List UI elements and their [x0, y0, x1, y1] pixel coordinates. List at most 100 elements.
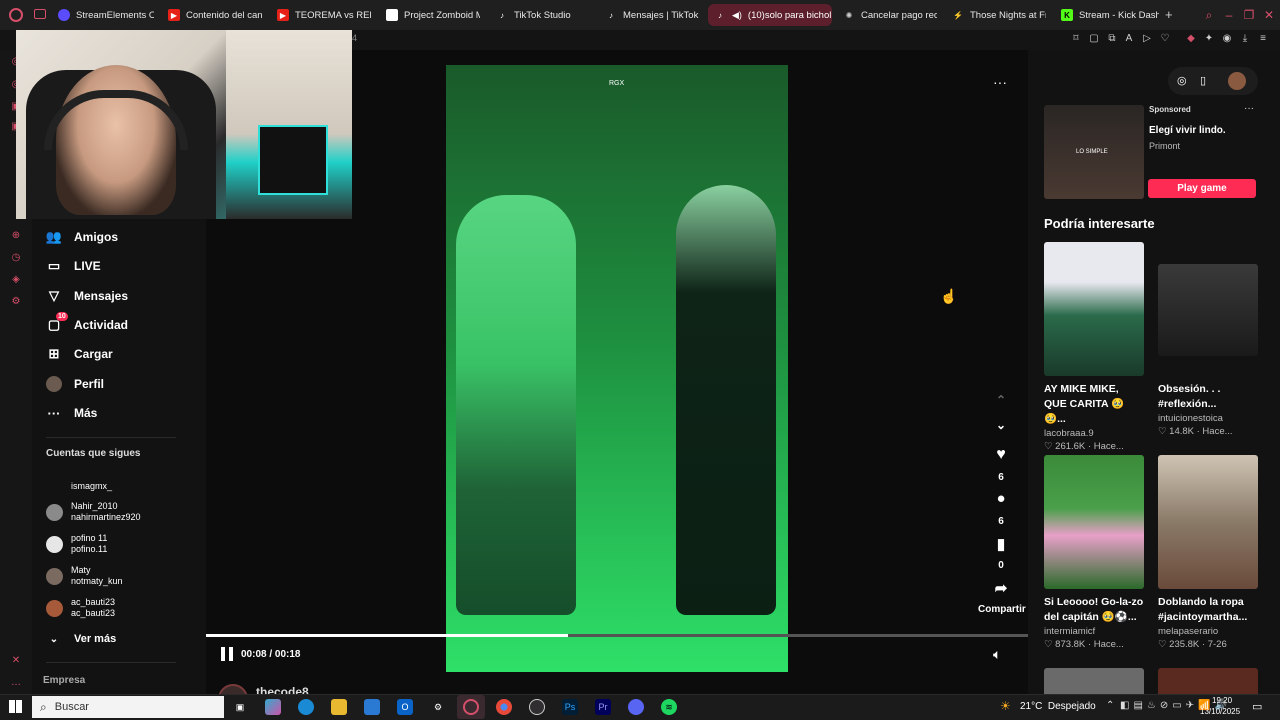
tab-mensajes-tiktok[interactable]: ♪ Mensajes | TikTok — [599, 4, 699, 26]
audio-playing-icon[interactable]: ◀) — [732, 10, 742, 21]
rec-thumbnail[interactable] — [1044, 668, 1144, 694]
store-icon[interactable] — [364, 699, 380, 715]
sidepanel-icon[interactable]: ◈ — [9, 273, 23, 287]
tab-contenido-canal[interactable]: ▶ Contenido del canal — [162, 4, 262, 26]
chrome-icon[interactable] — [496, 699, 512, 715]
nav-amigos[interactable]: 👥 Amigos — [46, 226, 118, 248]
photoshop-icon[interactable]: Ps — [562, 699, 578, 715]
play-icon[interactable]: ▷ — [1140, 32, 1154, 46]
coin-icon[interactable]: ◎ — [1177, 74, 1187, 87]
rec-card[interactable]: AY MIKE MIKE, QUE CARITA 🥹🥹... lacobraaa… — [1044, 242, 1144, 452]
copilot-icon[interactable] — [265, 699, 281, 715]
bookmark-icon[interactable]: ⌑ — [1069, 32, 1083, 46]
extensions-icon[interactable]: ⧉ — [1105, 32, 1119, 46]
tab-teorema[interactable]: ▶TEOREMA vs REPLIK — [271, 4, 371, 26]
share-icon[interactable]: ➦ — [990, 579, 1012, 597]
maximize-icon[interactable]: ❐ — [1242, 8, 1256, 22]
rec-card[interactable]: Doblando la ropa #jacintoymartha... mela… — [1158, 455, 1258, 650]
clock-date[interactable]: 13/10/2025 — [1200, 707, 1240, 716]
outlook-icon[interactable]: O — [397, 699, 413, 715]
ad-more-icon[interactable]: ··· — [1244, 103, 1254, 114]
discord-icon[interactable] — [628, 699, 644, 715]
nav-actividad[interactable]: ▢ 10 Actividad — [46, 312, 128, 336]
sidepanel-icon[interactable]: ◷ — [9, 251, 23, 265]
task-view-icon[interactable]: ▣ — [232, 699, 248, 715]
following-item[interactable]: ismagmx_ — [46, 472, 112, 500]
tab-overview-icon[interactable] — [34, 9, 46, 19]
profile-toolbar-icon[interactable]: ◉ — [1220, 32, 1234, 46]
search-tabs-icon[interactable]: ⌕ — [1202, 8, 1216, 22]
scroll-down-icon[interactable]: ⌄ — [990, 418, 1012, 432]
sidebar-divider — [46, 662, 176, 663]
tab-those-nights[interactable]: ⚡ Those Nights at Fre — [946, 4, 1046, 26]
tab-active-tiktok[interactable]: ♪ ◀) (10)solo para bichol — [708, 4, 832, 26]
volume-icon[interactable]: 🔈︎ — [993, 646, 1001, 663]
file-explorer-icon[interactable] — [331, 699, 347, 715]
tab-cancelar-pago[interactable]: ✺ Cancelar pago recu — [837, 4, 937, 26]
clock-time[interactable]: 19:20 — [1212, 696, 1232, 705]
browser-logo-icon[interactable] — [9, 8, 23, 22]
more-options-icon[interactable]: ··· — [993, 74, 1007, 90]
streamelements-icon — [58, 9, 70, 21]
cursor-hand-icon: ☝ — [940, 288, 958, 304]
taskbar-search[interactable]: ⌕ Buscar — [32, 696, 224, 718]
sidepanel-icon[interactable]: ⚙ — [9, 295, 23, 309]
nav-mensajes[interactable]: ▽ Mensajes — [46, 285, 128, 307]
rec-thumbnail[interactable] — [1158, 668, 1258, 694]
tab-tiktok-studio[interactable]: ♪ TikTok Studio — [490, 4, 590, 26]
tab-project-zomboid[interactable]: Project Zomboid Ma — [380, 4, 480, 26]
nav-perfil[interactable]: Perfil — [46, 373, 104, 395]
company-link[interactable]: Empresa — [43, 675, 85, 686]
download-icon[interactable]: ⤓ — [1238, 32, 1252, 46]
nav-cargar[interactable]: ⊞ Cargar — [46, 343, 113, 365]
settings-icon[interactable]: ⚙ — [430, 699, 446, 715]
windows-start-icon[interactable] — [9, 700, 22, 713]
device-icon[interactable]: ▯ — [1200, 74, 1206, 87]
edge-icon[interactable] — [298, 699, 314, 715]
pause-icon[interactable] — [221, 647, 233, 661]
notification-icon[interactable]: ▭ — [1252, 700, 1262, 713]
following-item[interactable]: ac_bauti23 ac_bauti23 — [46, 594, 115, 622]
puzzle-icon[interactable]: ✦ — [1202, 32, 1216, 46]
share-label[interactable]: Compartir — [978, 604, 1026, 615]
video-player[interactable]: RGX — [446, 65, 788, 672]
obs-icon[interactable] — [529, 699, 545, 715]
premiere-icon[interactable]: Pr — [595, 699, 611, 715]
opera-gx-icon[interactable] — [463, 699, 479, 715]
user-avatar[interactable] — [1228, 72, 1246, 90]
bookmark-icon[interactable]: ▮ — [990, 535, 1012, 553]
tray-chevron-icon[interactable]: ⌃ — [1106, 700, 1114, 711]
sidepanel-more-icon[interactable]: … — [9, 676, 23, 690]
heart-icon[interactable]: ♡ — [1158, 32, 1172, 46]
menu-icon[interactable]: ≡ — [1256, 32, 1270, 46]
weather-text[interactable]: 21°C Despejado — [1020, 701, 1096, 712]
nav-live[interactable]: ▭ LIVE — [46, 255, 101, 277]
friends-icon: 👥 — [45, 229, 63, 244]
rec-card[interactable]: Si Leoooo! Go-la-zo del capitán 🥹⚽... in… — [1044, 455, 1144, 650]
minimize-icon[interactable]: – — [1222, 8, 1236, 22]
spotify-icon[interactable]: ≋ — [661, 699, 677, 715]
play-game-button[interactable]: Play game — [1148, 179, 1256, 198]
screenshot-icon[interactable]: ▢ — [1087, 32, 1101, 46]
nav-mas[interactable]: ··· Más — [46, 402, 98, 424]
close-icon[interactable]: ✕ — [1262, 8, 1276, 22]
scroll-up-icon[interactable]: ⌃ — [990, 393, 1012, 407]
search-icon: ⌕ — [40, 699, 47, 714]
sidepanel-icon[interactable]: ✕ — [9, 654, 23, 668]
following-item[interactable]: pofino 11 pofino.11 — [46, 530, 107, 558]
tab-streamelements[interactable]: StreamElements OBS — [52, 4, 154, 26]
following-item[interactable]: Maty notmaty_kun — [46, 562, 123, 590]
sidepanel-icon[interactable]: ⊕ — [9, 229, 23, 243]
comment-icon[interactable]: ● — [990, 490, 1012, 507]
translate-icon[interactable]: A — [1122, 32, 1136, 46]
see-more-button[interactable]: ⌄ Ver más — [46, 628, 116, 650]
rec-card[interactable]: Obsesión. . . #reflexión... intuicionest… — [1158, 264, 1258, 437]
bolt-icon: ⚡ — [953, 10, 963, 20]
new-tab-button[interactable]: + — [1165, 7, 1173, 22]
wallet-icon[interactable]: ◆ — [1184, 32, 1198, 46]
ad-thumbnail[interactable]: LO SIMPLE — [1044, 105, 1144, 199]
following-item[interactable]: Nahir_2010 nahirmartinez920 — [46, 498, 141, 526]
like-icon[interactable]: ♥ — [990, 446, 1012, 464]
progress-track[interactable] — [206, 634, 1028, 637]
tab-kick-dashboard[interactable]: K Stream - Kick Dashb — [1055, 4, 1159, 26]
